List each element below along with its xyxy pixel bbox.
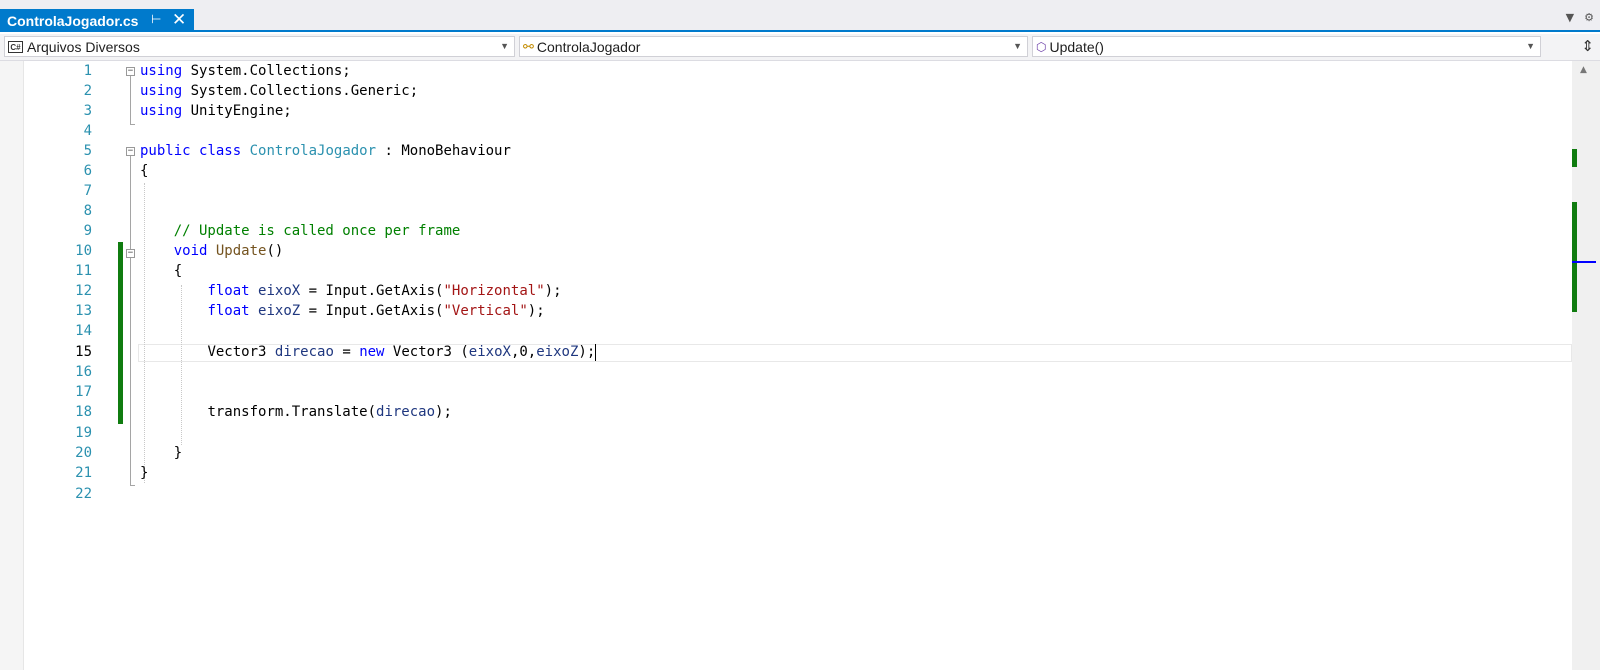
code-line: 4	[83, 123, 92, 139]
split-window-icon[interactable]: ⇕	[1581, 37, 1594, 55]
code-editor[interactable]: − − − 1 using System.Collections; 2 usin…	[0, 61, 1600, 670]
code-line-current: 15 Vector3 direcao = new Vector3 (eixoX,…	[75, 343, 597, 361]
code-line: 16	[75, 364, 92, 380]
tab-controlajogador[interactable]: ControlaJogador.cs ⊥ ✕	[0, 9, 194, 32]
code-line: 13 float eixoZ = Input.GetAxis("Vertical…	[75, 303, 545, 319]
code-line: 14	[75, 323, 92, 339]
code-line: 9 // Update is called once per frame	[83, 223, 461, 239]
member-dropdown-value: Update()	[1049, 38, 1104, 55]
pin-icon[interactable]: ⊥	[149, 14, 163, 24]
chevron-down-icon: ▼	[1526, 41, 1535, 51]
project-dropdown-value: Arquivos Diversos	[27, 38, 140, 55]
close-icon[interactable]: ✕	[172, 10, 186, 30]
scroll-up-icon[interactable]: ▲	[1580, 65, 1587, 75]
member-dropdown[interactable]: ⬡ Update() ▼	[1032, 36, 1541, 57]
navigation-bar: C# Arquivos Diversos ▼ ⚯ ControlaJogador…	[0, 34, 1600, 61]
class-icon: ⚯	[523, 38, 534, 54]
code-line: 3 using UnityEngine;	[83, 103, 292, 119]
code-line: 6 {	[83, 163, 149, 179]
code-line: 7	[83, 183, 92, 199]
code-line: 5 public class ControlaJogador : MonoBeh…	[83, 143, 511, 159]
tab-title: ControlaJogador.cs	[7, 12, 139, 29]
code-line: 22	[75, 486, 92, 502]
tab-strip-controls: ▼ ⚙	[1566, 11, 1594, 24]
code-line: 1 using System.Collections;	[83, 63, 351, 79]
code-line: 2 using System.Collections.Generic;	[83, 83, 419, 99]
code-line: 21 }	[75, 465, 149, 481]
scrollbar-caret-marker	[1572, 261, 1596, 263]
class-dropdown-value: ControlaJogador	[536, 38, 641, 55]
code-line: 19	[75, 425, 92, 441]
scrollbar-change-marker	[1572, 202, 1577, 312]
chevron-down-icon: ▼	[1013, 41, 1022, 51]
code-line: 11 {	[75, 263, 183, 279]
project-dropdown[interactable]: C# Arquivos Diversos ▼	[4, 36, 515, 57]
tab-list-dropdown-icon[interactable]: ▼	[1566, 11, 1574, 24]
code-line: 18 transform.Translate(direcao);	[75, 404, 452, 420]
code-line: 12 float eixoX = Input.GetAxis("Horizont…	[75, 283, 562, 299]
method-icon: ⬡	[1036, 39, 1047, 54]
document-tab-strip: ControlaJogador.cs ⊥ ✕ ▼ ⚙	[0, 0, 1600, 32]
class-dropdown[interactable]: ⚯ ControlaJogador ▼	[519, 36, 1028, 57]
scrollbar-change-marker	[1572, 149, 1577, 167]
text-caret	[595, 343, 597, 361]
gear-icon[interactable]: ⚙	[1584, 11, 1594, 24]
code-line: 17	[75, 384, 92, 400]
code-line: 20 }	[75, 445, 183, 461]
code-line: 8	[83, 203, 92, 219]
chevron-down-icon: ▼	[500, 41, 509, 51]
code-line: 10 void Update()	[75, 243, 284, 259]
csharp-file-icon: C#	[8, 40, 23, 53]
